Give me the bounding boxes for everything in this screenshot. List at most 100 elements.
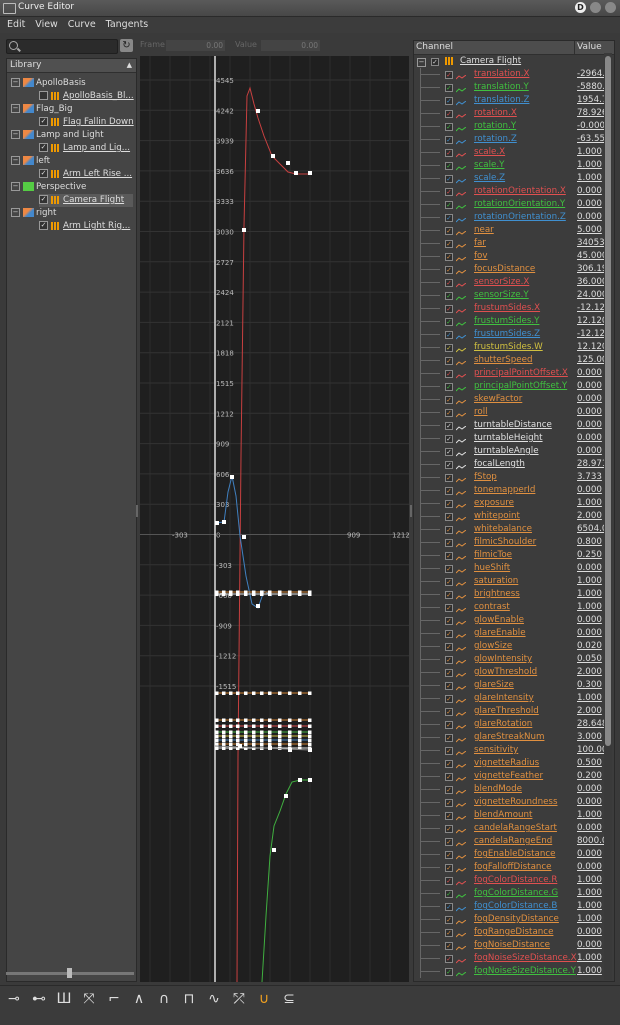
channel-row[interactable]: ✓ brightness 1.000 [414,588,614,601]
channel-value[interactable]: 306.19 [577,263,607,276]
clip-checkbox[interactable]: ✓ [39,117,48,126]
channel-value[interactable]: 0.000 [577,406,602,419]
library-clip-11[interactable]: ✓ Arm Light Rig... [39,220,133,233]
channel-value[interactable]: 0.000 [577,939,602,952]
library-group-10[interactable]: − right [11,207,131,220]
channel-value[interactable]: 0.000 [577,562,602,575]
library-group-4[interactable]: − Lamp and Light [11,129,131,142]
channel-row[interactable]: ✓ contrast 1.000 [414,601,614,614]
channel-row[interactable]: ✓ principalPointOffset.X 0.000 [414,367,614,380]
library-group-8[interactable]: − Perspective [11,181,131,194]
channel-value[interactable]: 0.000 [577,419,602,432]
channel-value[interactable]: 0.000 [577,367,602,380]
channel-row[interactable]: ✓ glowThreshold 2.000 [414,666,614,679]
channel-row[interactable]: ✓ fogFalloffDistance 0.000 [414,861,614,874]
channel-checkbox[interactable]: ✓ [445,864,453,872]
channel-checkbox[interactable]: ✓ [445,955,453,963]
channel-value[interactable]: 0.500 [577,757,602,770]
channel-value[interactable]: 0.000 [577,445,602,458]
channel-row[interactable]: ✓ fogColorDistance.G 1.000 [414,887,614,900]
channel-value[interactable]: 0.000 [577,614,602,627]
menu-curve[interactable]: Curve [68,19,96,30]
fit-icon[interactable]: ⤧ [79,990,99,1008]
channel-checkbox[interactable]: ✓ [445,175,453,183]
channel-value[interactable]: 0.000 [577,211,602,224]
channel-value[interactable]: 0.000 [577,380,602,393]
channel-row[interactable]: ✓ vignetteRoundness 0.000 [414,796,614,809]
channel-checkbox[interactable]: ✓ [445,500,453,508]
channel-checkbox[interactable]: ✓ [445,162,453,170]
channel-checkbox[interactable]: ✓ [445,916,453,924]
channel-checkbox[interactable]: ✓ [445,227,453,235]
channel-row[interactable]: ✓ scale.Z 1.000 [414,172,614,185]
channel-checkbox[interactable]: ✓ [445,929,453,937]
channel-row[interactable]: ✓ skewFactor 0.000 [414,393,614,406]
channel-checkbox[interactable]: ✓ [445,396,453,404]
channel-row[interactable]: ✓ scale.X 1.000 [414,146,614,159]
channel-checkbox[interactable]: ✓ [445,578,453,586]
channel-row[interactable]: ✓ candelaRangeEnd 8000.0 [414,835,614,848]
channel-value[interactable]: 1.000 [577,172,602,185]
channel-row[interactable]: ✓ glowSize 0.020 [414,640,614,653]
channel-checkbox[interactable]: ✓ [445,851,453,859]
detach-button[interactable]: D [575,2,586,13]
channel-value[interactable]: 0.200 [577,770,602,783]
channel-value[interactable]: 2.000 [577,510,602,523]
channel-row[interactable]: ✓ fogRangeDistance 0.000 [414,926,614,939]
channel-value[interactable]: 1.000 [577,146,602,159]
channel-row[interactable]: ✓ fogColorDistance.R 1.000 [414,874,614,887]
channel-row[interactable]: ✓ focalLength 28.971 [414,458,614,471]
channel-checkbox[interactable]: ✓ [445,643,453,651]
channel-checkbox[interactable]: ✓ [445,695,453,703]
channel-value[interactable]: 1.000 [577,809,602,822]
channel-checkbox[interactable]: ✓ [445,799,453,807]
channel-row[interactable]: ✓ sensorSize.X 36.000 [414,276,614,289]
channel-value[interactable]: 0.000 [577,783,602,796]
channel-value[interactable]: 1.000 [577,887,602,900]
channel-checkbox[interactable]: ✓ [445,903,453,911]
channel-row[interactable]: ✓ focusDistance 306.19 [414,263,614,276]
channel-checkbox[interactable]: ✓ [445,786,453,794]
channel-checkbox[interactable]: ✓ [445,136,453,144]
channel-root-row[interactable]: − ✓ Camera Flight [414,55,614,68]
channel-row[interactable]: ✓ rotation.Y -0.000 [414,120,614,133]
library-clip-7[interactable]: ✓ Arm Left Rise ... [39,168,133,181]
channel-value[interactable]: 6504.0 [577,523,607,536]
channel-value[interactable]: -2964. [577,68,605,81]
channel-row[interactable]: ✓ filmicShoulder 0.800 [414,536,614,549]
channel-value[interactable]: 0.020 [577,640,602,653]
channel-value[interactable]: 1.000 [577,900,602,913]
splitter-right[interactable] [410,505,412,517]
key-icon[interactable]: ⊸ [4,990,24,1008]
channel-value[interactable]: 0.050 [577,653,602,666]
collapse-icon[interactable]: − [11,156,20,165]
channel-row[interactable]: ✓ rotation.Z -63.55 [414,133,614,146]
channel-checkbox[interactable]: ✓ [445,331,453,339]
clip-checkbox[interactable]: ✓ [39,143,48,152]
channel-checkbox[interactable]: ✓ [445,149,453,157]
channel-row[interactable]: ✓ glareThreshold 2.000 [414,705,614,718]
clip-checkbox[interactable]: ✓ [39,91,48,100]
channel-checkbox[interactable]: ✓ [445,526,453,534]
channel-checkbox[interactable]: ✓ [445,279,453,287]
channel-value[interactable]: 100.00 [577,744,607,757]
value-column-header[interactable]: Value [577,41,602,54]
channel-value[interactable]: 1.000 [577,874,602,887]
channel-checkbox[interactable]: ✓ [445,71,453,79]
channel-row[interactable]: ✓ translation.Y -5880. [414,81,614,94]
channel-value[interactable]: 1.000 [577,497,602,510]
channel-value[interactable]: 0.000 [577,484,602,497]
channel-row[interactable]: ✓ rotation.X 78.926 [414,107,614,120]
channel-row[interactable]: ✓ whitebalance 6504.0 [414,523,614,536]
channel-value[interactable]: -12.12 [577,302,605,315]
library-group-2[interactable]: − Flag_Big [11,103,131,116]
channel-checkbox[interactable]: ✓ [445,305,453,313]
channel-checkbox[interactable]: ✓ [445,591,453,599]
collapse-icon[interactable]: − [417,58,426,67]
channel-value[interactable]: 1.000 [577,575,602,588]
channel-checkbox[interactable]: ✓ [445,968,453,976]
channel-checkbox[interactable]: ✓ [445,435,453,443]
channel-value[interactable]: 3.000 [577,731,602,744]
channel-row[interactable]: ✓ glareEnable 0.000 [414,627,614,640]
channel-checkbox[interactable]: ✓ [445,552,453,560]
